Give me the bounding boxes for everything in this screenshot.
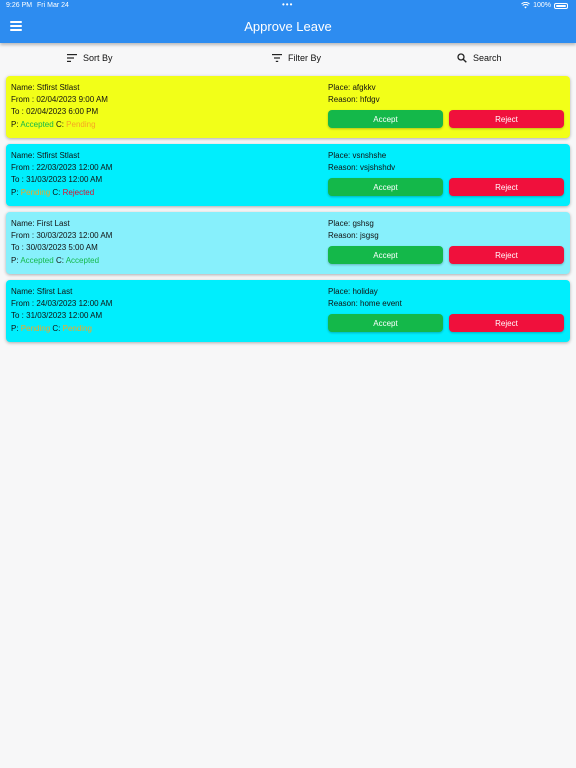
status-right: 100% xyxy=(521,2,568,9)
leave-card: Name: Stfirst Stlast From : 02/04/2023 9:… xyxy=(6,76,570,138)
toolbar: Sort By Filter By Search xyxy=(0,43,576,76)
search-icon xyxy=(457,53,467,63)
employee-name: Name: Sfirst Last xyxy=(11,287,73,296)
c-status: Rejected xyxy=(62,188,95,197)
filter-icon xyxy=(272,54,282,62)
p-label: P: xyxy=(11,324,19,333)
filter-label: Filter By xyxy=(288,53,322,63)
leave-card: Name: Stfirst Stlast From : 22/03/2023 12… xyxy=(6,144,570,206)
wifi-icon xyxy=(521,2,530,9)
approval-status-line: P: Pending C: Pending xyxy=(11,324,92,333)
c-label: C: xyxy=(55,120,64,129)
c-label: C: xyxy=(55,256,64,265)
employee-name: Name: Stfirst Stlast xyxy=(11,83,80,92)
approval-status-line: P: Accepted C: Pending xyxy=(11,120,96,129)
leave-from: From : 02/04/2023 9:00 AM xyxy=(11,95,108,104)
leave-from: From : 22/03/2023 12:00 AM xyxy=(11,163,113,172)
leave-place: Place: afgkkv xyxy=(328,83,376,92)
search-label: Search xyxy=(473,53,502,63)
leave-place: Place: gshsg xyxy=(328,219,374,228)
status-time: 9:26 PM xyxy=(6,2,33,9)
c-status: Pending xyxy=(66,120,96,129)
p-label: P: xyxy=(11,256,19,265)
page-title: Approve Leave xyxy=(244,19,332,34)
p-status: Pending xyxy=(20,188,51,197)
sort-button[interactable]: Sort By xyxy=(67,53,113,63)
leave-from: From : 24/03/2023 12:00 AM xyxy=(11,299,113,308)
p-status: Pending xyxy=(20,324,51,333)
approval-status-line: P: Accepted C: Accepted xyxy=(11,256,99,265)
reject-button[interactable]: Reject xyxy=(449,178,564,196)
c-label: C: xyxy=(52,324,61,333)
p-status: Accepted xyxy=(20,256,54,265)
leave-reason: Reason: hfdgv xyxy=(328,95,380,104)
reject-button[interactable]: Reject xyxy=(449,314,564,332)
leave-card: Name: First Last From : 30/03/2023 12:00 … xyxy=(6,212,570,274)
battery-percent: 100% xyxy=(533,2,551,9)
leave-to: To : 02/04/2023 6:00 PM xyxy=(11,107,99,116)
accept-button[interactable]: Accept xyxy=(328,314,443,332)
accept-button[interactable]: Accept xyxy=(328,110,443,128)
c-status: Pending xyxy=(62,324,92,333)
leave-reason: Reason: vsjshshdv xyxy=(328,163,396,172)
employee-name: Name: Stfirst Stlast xyxy=(11,151,80,160)
p-label: P: xyxy=(11,120,19,129)
approval-status-line: P: Pending C: Rejected xyxy=(11,188,94,197)
sort-label: Sort By xyxy=(83,53,113,63)
leave-place: Place: vsnshshe xyxy=(328,151,387,160)
c-status: Accepted xyxy=(65,256,100,265)
status-date: Fri Mar 24 xyxy=(37,2,69,9)
leave-reason: Reason: jsgsg xyxy=(328,231,379,240)
leave-to: To : 30/03/2023 5:00 AM xyxy=(11,243,98,252)
filter-button[interactable]: Filter By xyxy=(272,53,321,63)
app-header: 9:26 PM Fri Mar 24 ••• 100% Approve Leav… xyxy=(0,0,576,43)
sort-icon xyxy=(67,54,77,62)
reject-button[interactable]: Reject xyxy=(449,110,564,128)
leave-to: To : 31/03/2023 12:00 AM xyxy=(11,311,103,320)
search-button[interactable]: Search xyxy=(457,53,502,63)
employee-name: Name: First Last xyxy=(11,219,70,228)
p-label: P: xyxy=(11,188,19,197)
leave-place: Place: holiday xyxy=(328,287,378,296)
reject-button[interactable]: Reject xyxy=(449,246,564,264)
status-bar: 9:26 PM Fri Mar 24 ••• 100% xyxy=(0,0,576,12)
multitasking-dots[interactable]: ••• xyxy=(282,0,293,9)
leave-card: Name: Sfirst Last From : 24/03/2023 12:00… xyxy=(6,280,570,342)
p-status: Accepted xyxy=(20,120,54,129)
leave-from: From : 30/03/2023 12:00 AM xyxy=(11,231,113,240)
leave-to: To : 31/03/2023 12:00 AM xyxy=(11,175,103,184)
accept-button[interactable]: Accept xyxy=(328,178,443,196)
leave-reason: Reason: home event xyxy=(328,299,402,308)
c-label: C: xyxy=(52,188,61,197)
accept-button[interactable]: Accept xyxy=(328,246,443,264)
battery-icon xyxy=(554,2,568,9)
